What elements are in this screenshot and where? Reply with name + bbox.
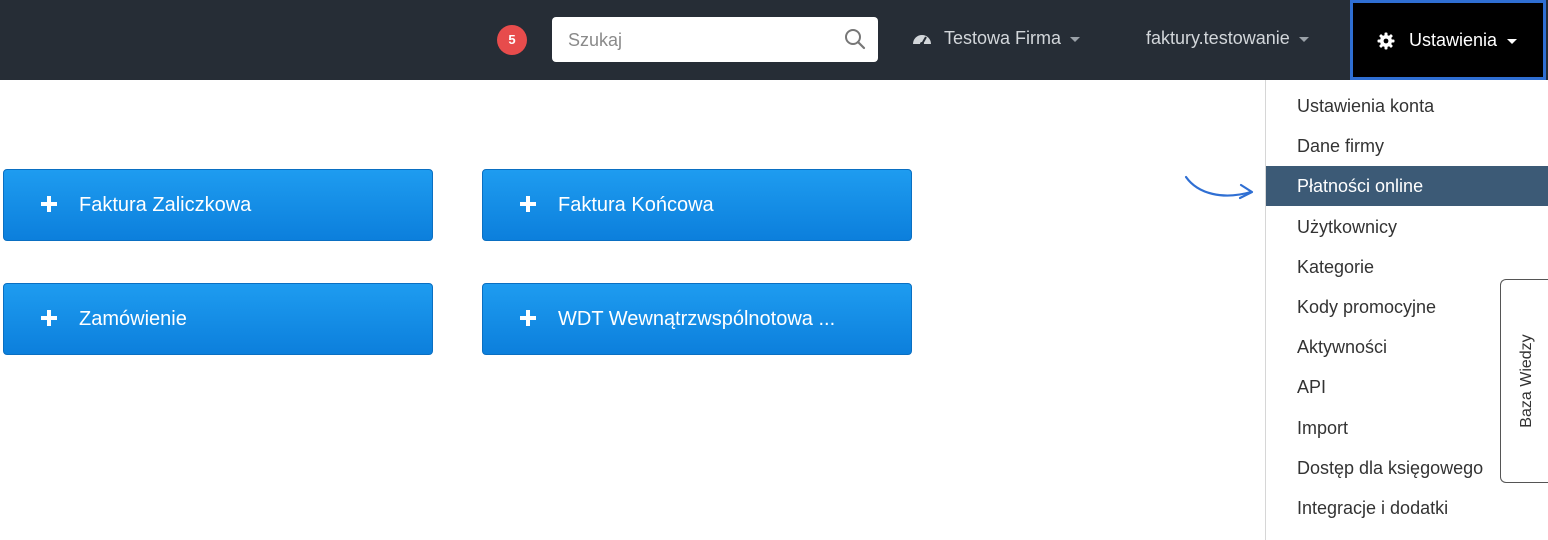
- chevron-down-icon: [1298, 36, 1309, 42]
- menu-item-account-settings[interactable]: Ustawienia konta: [1266, 86, 1548, 126]
- chevron-down-icon: [1507, 38, 1518, 44]
- account-menu[interactable]: faktury.testowanie: [1146, 0, 1309, 78]
- menu-item-users[interactable]: Użytkownicy: [1266, 207, 1548, 247]
- company-label: Testowa Firma: [944, 28, 1062, 48]
- chevron-down-icon: [1070, 36, 1081, 42]
- plus-icon: [520, 195, 536, 212]
- button-label: Faktura Zaliczkowa: [79, 194, 252, 216]
- plus-icon: [41, 309, 57, 326]
- top-navbar: 5 Testowa Firma faktury.testowanie Us: [0, 0, 1548, 80]
- settings-menu-toggle[interactable]: Ustawienia: [1350, 0, 1546, 80]
- button-label: Zamówienie: [79, 308, 187, 330]
- account-label: faktury.testowanie: [1146, 28, 1290, 48]
- add-final-invoice-button[interactable]: Faktura Końcowa: [482, 169, 912, 241]
- dashboard-icon: [913, 35, 931, 47]
- search-icon[interactable]: [844, 28, 866, 50]
- add-wdt-invoice-button[interactable]: WDT Wewnątrzwspólnotowa ...: [482, 283, 912, 355]
- add-advance-invoice-button[interactable]: Faktura Zaliczkowa: [3, 169, 433, 241]
- company-switcher[interactable]: Testowa Firma: [912, 0, 1081, 78]
- knowledge-base-tab[interactable]: Baza Wiedzy: [1500, 279, 1548, 483]
- button-label: Faktura Końcowa: [558, 194, 714, 216]
- knowledge-base-label: Baza Wiedzy: [1517, 334, 1535, 428]
- add-order-button[interactable]: Zamówienie: [3, 283, 433, 355]
- plus-icon: [41, 195, 57, 212]
- annotation-arrow-icon: [1184, 175, 1254, 200]
- button-label: WDT Wewnątrzwspólnotowa ...: [558, 308, 836, 330]
- notification-badge[interactable]: 5: [497, 25, 527, 55]
- plus-icon: [520, 309, 536, 326]
- gear-icon: [1377, 32, 1395, 50]
- search-box[interactable]: [552, 17, 878, 64]
- search-input[interactable]: [566, 17, 830, 64]
- settings-label: Ustawienia: [1409, 30, 1498, 50]
- menu-item-online-payments[interactable]: Płatności online: [1266, 166, 1548, 206]
- menu-item-company-data[interactable]: Dane firmy: [1266, 126, 1548, 166]
- menu-item-integrations[interactable]: Integracje i dodatki: [1266, 488, 1548, 528]
